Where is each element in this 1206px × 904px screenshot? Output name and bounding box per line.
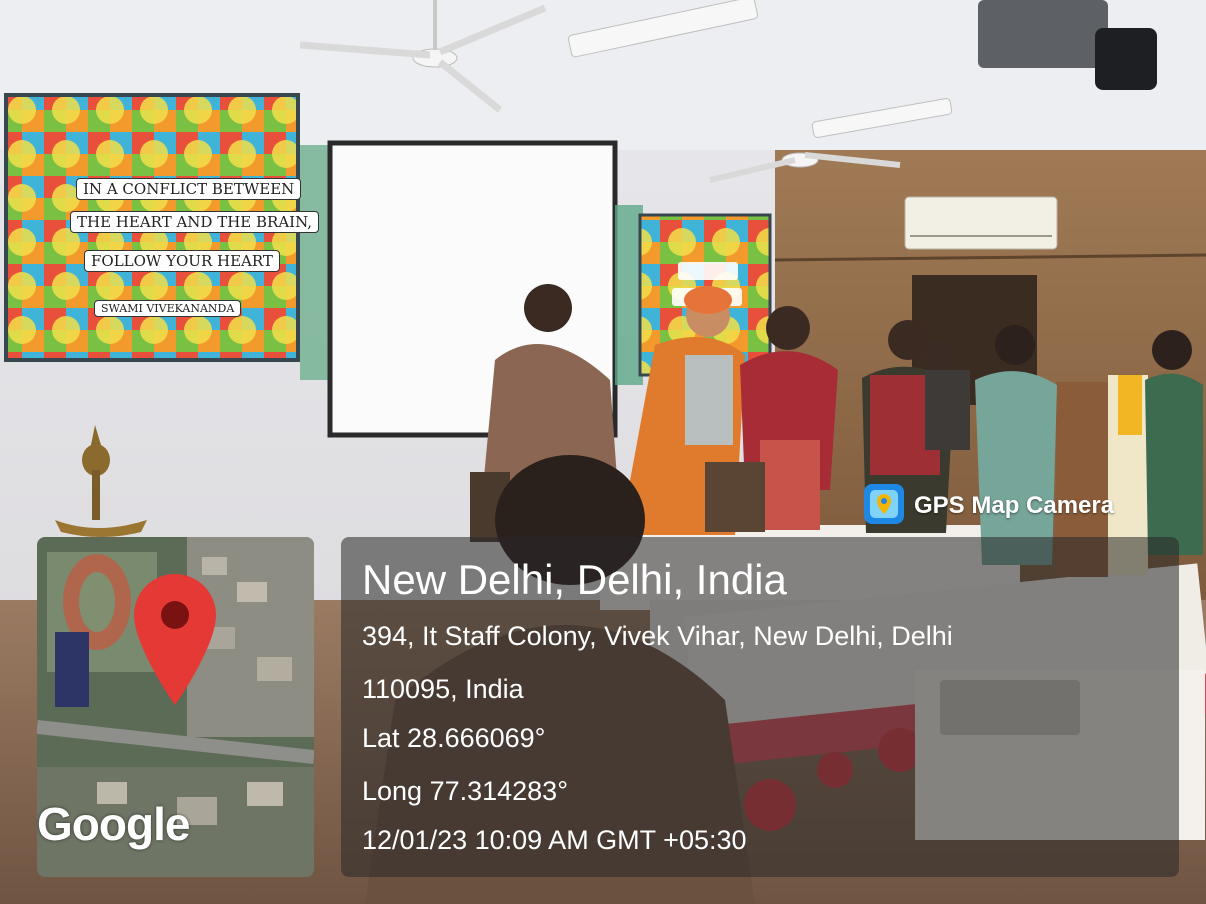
location-longitude: Long 77.314283° xyxy=(362,776,568,806)
poster-quote-line-2: THE HEART AND THE BRAIN, xyxy=(70,211,320,233)
poster-quote-line-1: IN A CONFLICT BETWEEN xyxy=(76,178,302,200)
map-pin-icon xyxy=(132,572,218,712)
location-address-line-2: 110095, India xyxy=(362,674,524,704)
poster-quote-line-3: FOLLOW YOUR HEART xyxy=(84,250,280,272)
location-city: New Delhi, Delhi, India xyxy=(362,556,787,603)
location-address-line-1: 394, It Staff Colony, Vivek Vihar, New D… xyxy=(362,621,953,651)
location-timestamp: 12/01/23 10:09 AM GMT +05:30 xyxy=(362,825,747,855)
google-map-logo: Google xyxy=(37,798,190,850)
brand-label: GPS Map Camera xyxy=(914,492,1115,519)
poster-quote-author: SWAMI VIVEKANANDA xyxy=(94,300,242,317)
location-latitude: Lat 28.666069° xyxy=(362,723,546,753)
gps-map-camera-brand: GPS Map Camera xyxy=(864,483,1115,529)
gps-map-camera-app-icon xyxy=(864,483,904,529)
